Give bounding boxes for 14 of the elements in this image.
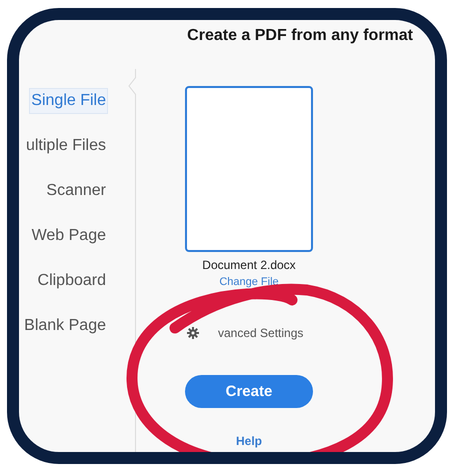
help-link[interactable]: Help (236, 434, 262, 448)
sidebar-item[interactable]: ultiple Files (24, 133, 108, 159)
create-button[interactable]: Create (185, 375, 313, 408)
change-file-link[interactable]: Change File (219, 276, 279, 288)
sidebar-item[interactable]: Web Page (30, 223, 108, 249)
sidebar-item[interactable]: Single File (29, 88, 108, 114)
sidebar-item[interactable]: Scanner (44, 178, 108, 204)
sidebar-item[interactable]: Blank Page (22, 313, 108, 339)
advanced-settings-link[interactable]: vanced Settings (218, 326, 304, 340)
gear-icon[interactable] (187, 327, 199, 339)
file-name: Document 2.docx (202, 258, 296, 272)
sidebar-item[interactable]: Clipboard (36, 268, 108, 294)
document-thumbnail[interactable] (185, 86, 313, 252)
dialog-title: Create a PDF from any format (186, 26, 414, 46)
